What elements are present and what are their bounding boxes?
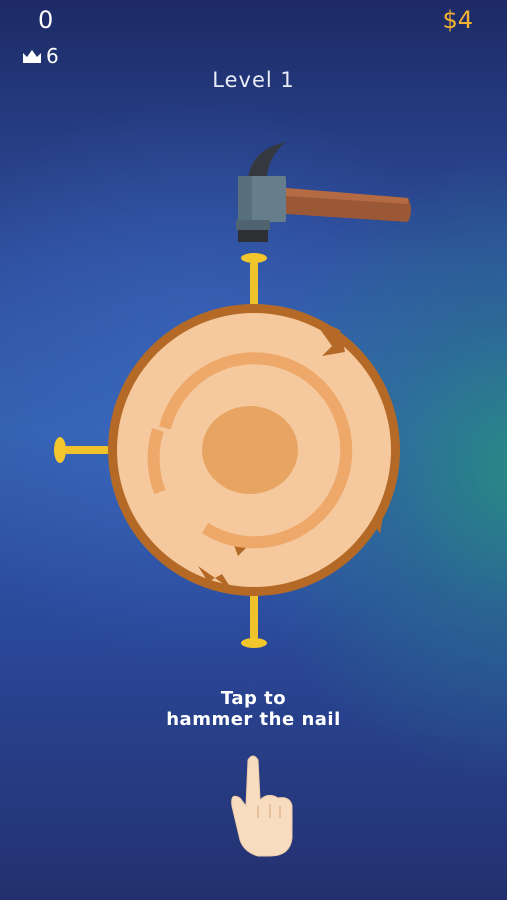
nail-pending	[241, 253, 267, 306]
wood-log[interactable]	[108, 304, 400, 596]
game-scene[interactable]	[0, 0, 507, 900]
best-score-value: 6	[46, 44, 59, 68]
money-counter: $4	[442, 6, 473, 34]
score-counter: 0	[38, 6, 55, 34]
instruction-text: Tap to hammer the nail	[0, 688, 507, 730]
best-score: 6	[22, 44, 59, 68]
hammer-icon[interactable]	[236, 142, 411, 242]
nail-bottom	[241, 592, 267, 648]
nail-left	[54, 437, 110, 463]
instruction-line-2: hammer the nail	[166, 709, 341, 730]
crown-icon	[23, 50, 41, 63]
level-label: Level 1	[212, 68, 295, 92]
instruction-line-1: Tap to	[220, 688, 287, 709]
tap-hand-icon	[231, 755, 293, 857]
